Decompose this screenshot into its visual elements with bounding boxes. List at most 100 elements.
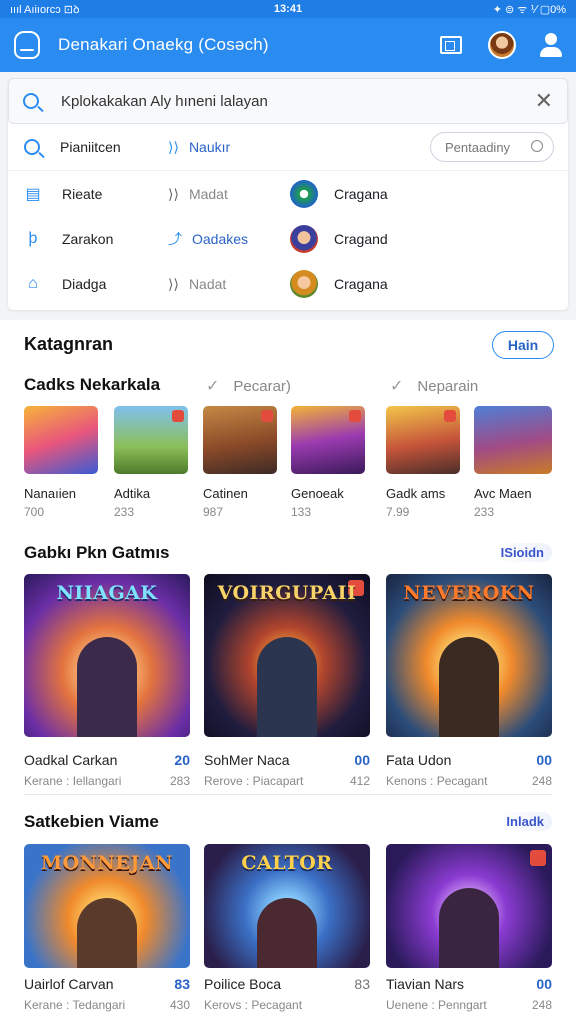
game-cover: NIIAGAK — [24, 574, 190, 737]
check-icon: ✓ — [390, 378, 404, 395]
game-cover: CALTOR — [204, 844, 370, 968]
game-avatar-icon — [290, 270, 318, 298]
game-tile[interactable]: Adtika 233 — [114, 406, 188, 519]
game-name: Uairlof Carvan — [24, 976, 114, 992]
game-value: 233 — [114, 505, 135, 519]
row-mid[interactable]: Madat — [189, 186, 228, 202]
badge-icon — [172, 410, 184, 422]
game-cover: VOIRGUPAII — [204, 574, 370, 737]
hero-figure — [257, 637, 317, 737]
game-score: 00 — [536, 752, 552, 768]
cover-title: MONNEJAN — [41, 852, 173, 874]
game-name: Genoeak — [291, 486, 344, 501]
search-pill[interactable]: Pentaadiny — [430, 132, 554, 162]
badge-icon — [444, 410, 456, 422]
game-name: Avc Maen — [474, 486, 532, 501]
game-value: 233 — [474, 505, 495, 519]
game-subtitle: Rerove : Piacapart — [204, 774, 304, 788]
filter-label: Pecarar) — [233, 377, 291, 395]
game-count: 412 — [349, 774, 370, 788]
trend-icon: ⤴ — [168, 231, 182, 247]
row-right[interactable]: Cragana — [334, 276, 388, 292]
game-count: 430 — [169, 998, 190, 1012]
section-heading: Gabkı Pkn Gatmıs — [24, 543, 170, 562]
list-item[interactable]: ▤ Rieate ⟩⟩ Madat Cragana — [8, 173, 568, 215]
house-icon: ⌂ — [28, 275, 38, 292]
status-time: 13:41 — [273, 3, 303, 15]
screen-icon[interactable] — [440, 36, 462, 54]
game-card[interactable]: NIIAGAK Oadkal Carkan 20 Kerane : Iellan… — [24, 574, 190, 788]
main-content: Katagnran Hain Cadks Nekarkala ✓ Pecarar)… — [0, 320, 576, 1024]
game-card[interactable]: VOIRGUPAII SohMer Naca 00 Rerove : Piaca… — [204, 574, 370, 788]
game-count: 248 — [531, 998, 552, 1012]
divider — [8, 170, 568, 171]
search-icon — [531, 140, 543, 152]
search-input[interactable]: Kplokakakan Aly hıneni lalayan — [61, 93, 535, 110]
check-icon: ✓ — [206, 378, 220, 395]
user-icon[interactable] — [540, 33, 562, 57]
game-name: SohMer Naca — [204, 752, 290, 768]
game-count: 283 — [169, 774, 190, 788]
game-tile[interactable]: Avc Maen 233 — [474, 406, 552, 519]
row-right[interactable]: Cragand — [334, 231, 388, 247]
game-card[interactable]: NEVEROKN Fata Udon 00 Kenons : Pecagant … — [386, 574, 552, 788]
row-right[interactable]: Cragana — [334, 186, 388, 202]
game-avatar-icon — [290, 225, 318, 253]
game-subtitle: Uenene : Penngart — [386, 998, 487, 1012]
categories-button[interactable]: Hain — [492, 331, 554, 359]
game-card[interactable]: CALTOR Poilice Boca 83 Kerovs : Pecagant — [204, 844, 370, 1012]
list-item[interactable]: ⌂ Diadga ⟩⟩ Nadat Cragana — [8, 263, 568, 305]
game-score: 00 — [536, 976, 552, 992]
game-tile[interactable]: Nanaıien 700 — [24, 406, 98, 519]
row-label: Pianiitcen — [60, 139, 121, 155]
game-score: 83 — [354, 976, 370, 992]
badge-icon — [530, 850, 546, 866]
game-value: 7.99 — [386, 505, 410, 519]
app-logo-icon[interactable] — [14, 31, 40, 59]
badge-icon — [349, 410, 361, 422]
game-cover: MONNEJAN — [24, 844, 190, 968]
filter-option[interactable]: ✓ Neparain — [390, 376, 478, 396]
app-bar: Denakari Onaekg (Cosəch) — [0, 18, 576, 72]
row-mid[interactable]: Nadat — [189, 276, 226, 292]
game-thumbnail — [203, 406, 277, 474]
row-mid[interactable]: Naukır — [189, 139, 230, 155]
game-name: Oadkal Carkan — [24, 752, 118, 768]
game-card[interactable]: Tiavian Nars 00 Uenene : Penngart 248 — [386, 844, 552, 1012]
game-name: Adtika — [114, 486, 151, 501]
game-thumbnail — [474, 406, 552, 474]
game-card[interactable]: MONNEJAN Uairlof Carvan 83 Kerane : Teda… — [24, 844, 190, 1012]
row-label: Diadga — [62, 276, 107, 292]
avatar[interactable] — [488, 31, 516, 59]
game-score: 83 — [174, 976, 190, 992]
filter-option[interactable]: ✓ Pecarar) — [206, 376, 291, 396]
list-item[interactable]: ϸ Zarakon ⤴ Oadakes Cragand — [8, 218, 568, 260]
filter-label: Neparain — [417, 377, 479, 395]
row-mid[interactable]: Oadakes — [192, 231, 248, 247]
game-tile[interactable]: Gadk ams 7.99 — [386, 406, 460, 519]
game-cover: NEVEROKN — [386, 574, 552, 737]
game-tile[interactable]: Genoeak 133 — [291, 406, 365, 519]
calendar-icon: ▤ — [25, 186, 41, 203]
game-subtitle: Kerane : Iellangari — [24, 774, 122, 788]
game-name: Tiavian Nars — [386, 976, 465, 992]
game-count: 248 — [531, 774, 552, 788]
game-subtitle: Kenons : Pecagant — [386, 774, 488, 788]
arrow-icon: ⟩⟩ — [168, 185, 179, 202]
list-item[interactable]: Pianiitcen ⟩⟩ Naukır Pentaadiny — [8, 126, 568, 168]
app-title: Denakari Onaekg (Cosəch) — [58, 35, 269, 54]
search-bar[interactable]: Kplokakakan Aly hıneni lalayan ✕ — [8, 78, 568, 124]
game-name: Gadk ams — [386, 486, 446, 501]
section-heading: Satkebien Viame — [24, 812, 159, 831]
search-icon — [24, 139, 40, 155]
close-icon[interactable]: ✕ — [535, 90, 553, 112]
row-label: Rieate — [62, 186, 103, 202]
cover-title: NEVEROKN — [403, 582, 535, 604]
search-icon — [23, 93, 39, 109]
pointer-icon: ϸ — [28, 230, 38, 247]
game-tile[interactable]: Catinen 987 — [203, 406, 277, 519]
game-cover — [386, 844, 552, 968]
see-all-link[interactable]: ISioidn — [492, 543, 552, 562]
see-all-link[interactable]: Inladk — [498, 812, 552, 831]
game-name: Nanaıien — [24, 486, 77, 501]
